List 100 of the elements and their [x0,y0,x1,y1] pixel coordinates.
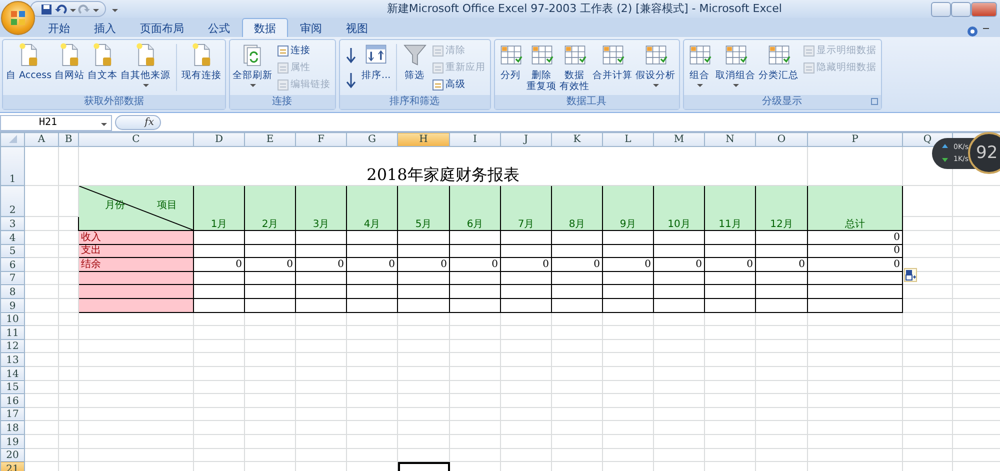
save-icon[interactable] [41,4,52,14]
ribbon-button[interactable]: 自网站 [54,42,86,81]
row-header[interactable]: 12 [0,339,24,353]
caret-icon[interactable] [101,122,107,126]
table-cell: 0 [244,258,296,272]
row-header[interactable]: 10 [0,312,24,326]
caret-icon[interactable] [652,84,659,87]
column-header[interactable]: B [58,132,78,146]
column-header[interactable]: D [194,132,244,146]
table-cell: 0 [808,244,902,258]
ribbon-tab[interactable]: 数据 [242,18,288,37]
ribbon-tab[interactable]: 开始 [36,18,82,37]
arrow-down-icon[interactable] [344,46,358,64]
ribbon-button[interactable]: 分类汇总 [758,42,800,81]
caret-icon[interactable] [732,84,739,87]
ribbon-button[interactable]: 筛选 [400,42,429,81]
table-cell: 0 [500,258,552,272]
column-header[interactable]: J [500,132,552,146]
caret-icon[interactable] [142,84,149,87]
caret-icon[interactable] [696,84,703,87]
table-cell: 支出 [78,244,194,258]
group-label: 分级显示 [762,96,802,107]
ribbon-tab[interactable]: 审阅 [288,18,334,37]
caret-icon[interactable] [250,84,256,87]
column-heading: 2月 [244,186,296,230]
ribbon-tab[interactable]: 视图 [334,18,380,37]
row-header[interactable]: 1 [0,146,24,186]
row-header[interactable]: 6 [0,258,24,272]
row-header[interactable]: 5 [0,244,24,258]
row-header[interactable]: 20 [0,448,24,462]
ribbon-button[interactable]: 删除 重复项 [526,42,558,92]
row-header[interactable]: 11 [0,326,24,340]
column-header[interactable]: H [398,132,450,146]
ribbon-button[interactable]: 组合 [686,42,714,87]
undo-icon[interactable] [54,4,67,14]
ribbon-button[interactable]: 分列 [496,42,525,81]
row-header[interactable]: 16 [0,394,24,408]
column-header[interactable]: I [450,132,500,146]
group-label: 排序和筛选 [390,96,440,107]
row-header[interactable]: 14 [0,366,24,380]
office-logo-icon[interactable] [8,8,28,28]
column-header[interactable]: C [78,132,194,146]
ribbon-tab[interactable]: 公式 [196,18,242,37]
name-box[interactable]: H21 [0,114,112,130]
ribbon-button[interactable]: 自文本 [86,42,119,81]
column-heading: 12月 [756,186,808,230]
arrow-down-icon[interactable] [344,71,358,89]
row-header[interactable]: 17 [0,407,24,421]
column-header[interactable]: F [296,132,346,146]
row-header[interactable]: 19 [0,434,24,448]
table-cell: 0 [398,258,450,272]
row-header[interactable]: 8 [0,284,24,298]
list-icon[interactable] [276,45,289,57]
close-button[interactable] [971,2,998,16]
window-title: 新建Microsoft Office Excel 97-2003 工作表 (2) [兼容模式] - Microsoft Excel [386,1,783,17]
ribbon-button[interactable]: 假设分析 [634,42,677,87]
arrow-down-icon [942,156,948,162]
column-header[interactable]: P [808,132,902,146]
caret-icon[interactable] [70,9,76,12]
ribbon-button[interactable]: 高级 [430,77,488,93]
ribbon-button[interactable]: 全部刷新 [232,42,274,87]
header-label: 项目 [157,200,177,211]
ribbon-button[interactable]: 排序... [360,42,392,81]
column-heading: 10月 [654,186,704,230]
row-header[interactable]: 7 [0,271,24,285]
table-cell: 0 [602,258,654,272]
column-heading: 5月 [398,186,450,230]
row-header[interactable]: 18 [0,420,24,434]
column-header[interactable]: A [24,132,58,146]
column-header[interactable]: K [552,132,602,146]
insert-function-button[interactable]: fx [115,115,161,130]
row-header[interactable]: 13 [0,352,24,366]
help-icon[interactable] [966,26,978,37]
ribbon-button[interactable]: 合并计算 [592,42,634,81]
paste-options-button[interactable] [904,268,917,282]
ribbon-button[interactable]: 现有连接 [180,42,223,81]
row-header[interactable]: 4 [0,230,24,244]
column-header[interactable]: N [704,132,756,146]
row-header[interactable]: 2 [0,186,24,216]
caret-icon[interactable] [93,9,99,12]
row-header[interactable]: 9 [0,298,24,312]
column-header[interactable]: O [756,132,808,146]
column-header[interactable]: M [654,132,704,146]
ribbon-button[interactable]: 自其他来源 [120,42,172,87]
ribbon-button[interactable]: 取消组合 [714,42,757,87]
column-heading: 9月 [602,186,654,230]
row-header[interactable]: 15 [0,380,24,394]
list-icon[interactable] [432,79,444,91]
caret-icon[interactable] [112,9,118,12]
column-heading: 6月 [450,186,500,230]
column-header[interactable]: G [346,132,398,146]
row-header[interactable]: 3 [0,216,24,230]
column-header[interactable]: L [602,132,654,146]
ribbon-button[interactable]: 自 Access [5,42,53,81]
ribbon-tab[interactable]: 插入 [82,18,128,37]
table-cell: 0 [450,258,500,272]
column-heading: 11月 [704,186,756,230]
ribbon-button[interactable]: 连接 [274,43,333,59]
column-header[interactable]: E [244,132,296,146]
ribbon-tab[interactable]: 页面布局 [128,18,196,37]
